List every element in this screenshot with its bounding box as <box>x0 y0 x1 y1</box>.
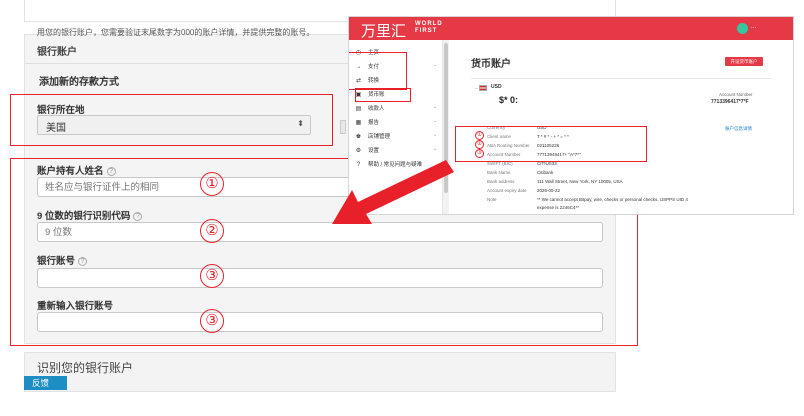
annotation-circle-2: ② <box>200 219 224 243</box>
worldfirst-logo: 万里汇 <box>361 22 407 40</box>
currency-account-highlight-box <box>355 88 411 102</box>
nav-store-management[interactable]: ♚ 店铺管理 ⌄ <box>355 132 437 140</box>
overlay-circle-3: ③ <box>475 149 484 158</box>
identify-title: 识别您的银行账户 <box>37 361 134 375</box>
chevron-down-icon: ⌄ <box>433 118 438 124</box>
currency-code: USD <box>491 84 502 90</box>
store-icon: ♚ <box>355 134 362 140</box>
overlay-circle-2: ② <box>475 140 484 149</box>
identify-bank-account-card: 识别您的银行账户 <box>24 352 616 392</box>
chevron-down-icon: ⌄ <box>433 132 438 138</box>
nav-payees[interactable]: ▤ 收款人 ⌄ <box>355 104 438 112</box>
chevron-down-icon: ⌄ <box>433 146 438 152</box>
detail-label: Bank address <box>487 179 515 184</box>
us-flag-icon <box>479 85 487 91</box>
annotation-circle-3: ③ <box>200 264 224 288</box>
detail-label: Note <box>487 197 497 202</box>
detail-value: ** We cannot accept Bitpay, wire, checks… <box>537 197 688 202</box>
detail-value: 2026-05-22 <box>537 188 561 193</box>
partial-button <box>340 120 346 134</box>
user-menu[interactable]: ... <box>751 24 756 30</box>
worldfirst-header: 万里汇 WORLD FIRST ... <box>349 17 793 40</box>
nav-settings[interactable]: ⚙ 设置 ⌄ <box>355 146 437 154</box>
overlay-circle-1: ① <box>475 131 484 140</box>
avatar[interactable] <box>737 23 748 34</box>
chevron-down-icon: ⌄ <box>433 62 438 68</box>
detail-value: 111 Wall Street, New York, NY 10005, USA <box>537 179 623 184</box>
detail-value: expense is 2246C4** <box>537 205 580 210</box>
balance: $* 0: <box>499 95 519 105</box>
country-highlight-box <box>10 94 333 146</box>
gear-icon: ⚙ <box>355 148 362 154</box>
transfer-highlight-box <box>349 52 407 90</box>
detail-label: Bank Name <box>487 170 511 175</box>
report-icon: ▦ <box>355 120 362 126</box>
account-details-link[interactable]: 账户信息详情 <box>725 126 752 132</box>
payee-icon: ▤ <box>355 106 362 112</box>
nav-reports[interactable]: ▦ 报告 ⌄ <box>355 118 438 126</box>
account-number-value: 7713396417*7*F <box>711 99 749 105</box>
worldfirst-logo-en: WORLD FIRST <box>415 21 443 34</box>
detail-value: Citibank <box>537 170 554 175</box>
annotation-circle-1: ① <box>200 172 224 196</box>
annotation-circle-3b: ③ <box>200 309 224 333</box>
add-deposit-method-heading: 添加新的存款方式 <box>39 77 119 88</box>
collapse-icon[interactable]: − <box>475 86 478 92</box>
feedback-close-icon[interactable]: × <box>60 374 65 383</box>
identify-note: 用您的银行账户，您需要验证末尾数字为000的账户详情，并提供完整的账号。 <box>37 28 315 37</box>
chevron-down-icon: ⌄ <box>433 104 438 110</box>
panel-title: 银行账户 <box>37 47 77 58</box>
detail-label: Account expiry date <box>487 188 527 193</box>
open-currency-account-button[interactable]: 开设货币账户 <box>725 57 763 66</box>
page-title: 货币账户 <box>471 59 511 70</box>
red-arrow-icon <box>332 160 454 224</box>
divider <box>471 78 771 79</box>
account-number-label: Account Number <box>719 92 753 97</box>
